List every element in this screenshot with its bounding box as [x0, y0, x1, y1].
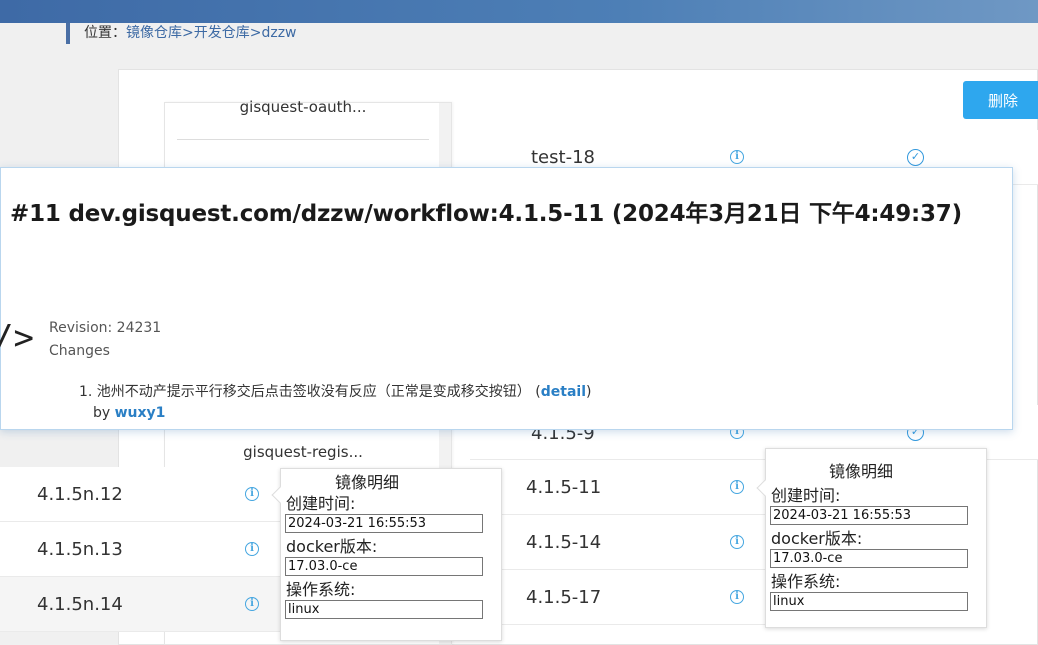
code-icon: />: [0, 318, 34, 358]
created-time-field[interactable]: [770, 506, 968, 525]
table-row[interactable]: 4.1.5-17 i: [470, 570, 770, 625]
docker-version-label: docker版本:: [286, 537, 378, 556]
created-time-field[interactable]: [285, 514, 483, 533]
change-author-line: by wuxy1: [93, 405, 165, 421]
breadcrumb-item-dzzw[interactable]: dzzw: [261, 25, 296, 41]
table-row[interactable]: 4.1.5n.13 i: [0, 522, 282, 577]
author-link[interactable]: wuxy1: [115, 405, 166, 421]
detail-link[interactable]: detail: [541, 384, 586, 400]
tag-label: 4.1.5-14: [526, 532, 602, 553]
os-label: 操作系统:: [771, 572, 841, 591]
os-field[interactable]: [770, 592, 968, 611]
docker-version-field[interactable]: [770, 549, 968, 568]
info-icon[interactable]: i: [245, 597, 259, 611]
breadcrumb-item-registry[interactable]: 镜像仓库>: [126, 25, 194, 41]
created-time-label: 创建时间:: [771, 486, 841, 505]
top-bar: [0, 0, 1038, 23]
info-icon[interactable]: i: [730, 150, 744, 164]
info-icon[interactable]: i: [730, 590, 744, 604]
image-detail-popup: 镜像明细 创建时间: docker版本: 操作系统:: [756, 448, 987, 628]
table-row[interactable]: 4.1.5n.12 i: [0, 467, 282, 522]
info-icon[interactable]: i: [730, 535, 744, 549]
info-icon[interactable]: i: [730, 480, 744, 494]
docker-version-field[interactable]: [285, 557, 483, 576]
docker-version-label: docker版本:: [771, 529, 863, 548]
info-icon[interactable]: i: [245, 542, 259, 556]
tag-label: test-18: [531, 147, 595, 168]
breadcrumb-item-dev-registry[interactable]: 开发仓库>: [194, 25, 262, 41]
breadcrumb: 位置：镜像仓库>开发仓库>dzzw: [66, 23, 297, 44]
change-item: 1. 池州不动产提示平行移交后点击签收没有反应（正常是变成移交按钮） (deta…: [79, 384, 592, 400]
by-label: by: [93, 405, 111, 421]
tag-label: 4.1.5-17: [526, 587, 602, 608]
breadcrumb-prefix: 位置：: [84, 25, 126, 41]
list-divider: [177, 139, 429, 140]
popup-title: 镜像明细: [334, 473, 399, 492]
created-time-label: 创建时间:: [286, 494, 356, 513]
table-row[interactable]: 4.1.5-11 i: [470, 460, 770, 515]
table-row[interactable]: 4.1.5n.14 i: [0, 577, 282, 632]
table-row[interactable]: 4.1.5-14 i: [470, 515, 770, 570]
list-item[interactable]: gisquest-regis...: [165, 443, 441, 461]
image-detail-popup: 镜像明细 创建时间: docker版本: 操作系统:: [271, 468, 502, 641]
os-label: 操作系统:: [286, 580, 356, 599]
delete-button[interactable]: 删除: [963, 81, 1038, 119]
check-icon[interactable]: ✓: [907, 149, 924, 166]
list-item[interactable]: gisquest-oauth...: [165, 98, 441, 116]
build-tooltip: #11 dev.gisquest.com/dzzw/workflow:4.1.5…: [0, 167, 1013, 430]
changes-label: Changes: [49, 343, 110, 359]
change-text: 1. 池州不动产提示平行移交后点击签收没有反应（正常是变成移交按钮）: [79, 384, 531, 400]
info-icon[interactable]: i: [245, 487, 259, 501]
build-title: #11 dev.gisquest.com/dzzw/workflow:4.1.5…: [10, 201, 962, 227]
tag-label: 4.1.5n.12: [37, 484, 123, 505]
popup-title: 镜像明细: [828, 462, 893, 481]
tag-label: 4.1.5-11: [526, 477, 602, 498]
tag-label: 4.1.5n.14: [37, 594, 123, 615]
tag-label: 4.1.5n.13: [37, 539, 123, 560]
revision-label: Revision: 24231: [49, 320, 162, 336]
os-field[interactable]: [285, 600, 483, 619]
